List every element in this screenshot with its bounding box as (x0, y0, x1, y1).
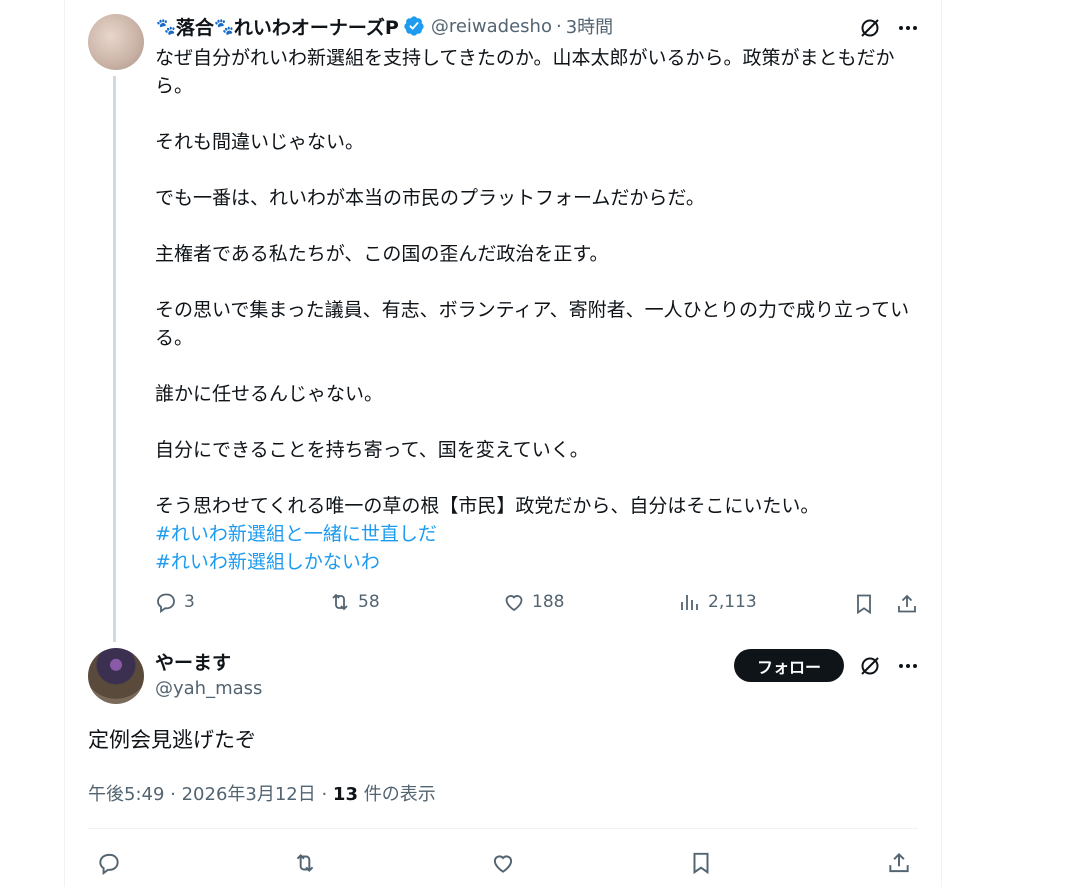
reply-count: 3 (184, 592, 195, 612)
share-icon[interactable] (884, 848, 914, 878)
more-icon[interactable] (894, 14, 922, 42)
like-count: 188 (532, 592, 565, 612)
avatar[interactable] (88, 648, 144, 704)
bookmark-icon[interactable] (686, 848, 716, 878)
handle[interactable]: @reiwadesho (431, 16, 552, 37)
tweet-paragraph: その思いで集まった議員、有志、ボランティア、寄附者、一人ひとりの力で成り立ってい… (155, 299, 910, 349)
tweet-paragraph: 自分にできることを持ち寄って、国を変えていく。 (155, 439, 589, 461)
avatar[interactable] (88, 14, 144, 70)
display-name[interactable]: やーます (155, 648, 231, 675)
hashtag-link[interactable]: #れいわ新選組しかないわ (155, 548, 925, 576)
bookmark-icon[interactable] (850, 590, 878, 618)
repost-icon (332, 593, 348, 611)
reply-icon (157, 593, 175, 614)
paw-icon: 🐾 (156, 16, 176, 36)
repost-icon[interactable] (290, 848, 320, 878)
follow-button[interactable]: フォロー (734, 649, 844, 682)
tweet-paragraph: でも一番は、れいわが本当の市民のプラットフォームだからだ。 (155, 187, 705, 209)
like-icon (505, 595, 523, 612)
thread-line (113, 76, 116, 642)
tweet-paragraph: 主権者である私たちが、この国の歪んだ政治を正す。 (155, 243, 609, 265)
divider (88, 828, 918, 829)
repost-button[interactable]: 58 (328, 590, 380, 614)
tweet-meta: 午後5:49 · 2026年3月12日 · 13 件の表示 (88, 780, 436, 806)
display-name[interactable]: 落合 (176, 13, 214, 40)
reply-button[interactable]: 3 (154, 590, 195, 614)
grok-icon[interactable] (856, 14, 884, 42)
views-button[interactable]: 2,113 (678, 590, 757, 614)
views-count: 2,113 (708, 592, 757, 612)
hashtag-link[interactable]: #れいわ新選組と一緒に世直しだ (155, 520, 925, 548)
reply-icon[interactable] (94, 848, 124, 878)
tweet-paragraph: それも間違いじゃない。 (155, 131, 365, 153)
display-name-suffix[interactable]: れいわオーナーズP (234, 13, 399, 40)
like-icon[interactable] (488, 848, 518, 878)
tweet-paragraph: 誰かに任せるんじゃない。 (155, 383, 384, 405)
view-label: 件の表示 (357, 784, 436, 805)
paw-icon: 🐾 (213, 16, 234, 36)
views-icon (681, 595, 698, 610)
reply-body: 定例会見逃げたぞ (88, 728, 256, 752)
separator-dot: · (555, 15, 562, 37)
view-count: 13 (332, 784, 358, 805)
tweet-paragraph: なぜ自分がれいわ新選組を支持してきたのか。山本太郎がいるから。政策がまともだから… (155, 47, 895, 97)
more-icon[interactable] (894, 652, 922, 680)
timestamp[interactable]: 3時間 (566, 13, 613, 39)
timestamp[interactable]: 午後5:49 · 2026年3月12日 · (88, 784, 333, 805)
grok-icon[interactable] (856, 652, 884, 680)
tweet-paragraph: そう思わせてくれる唯一の草の根【市民】政党だから、自分はそこにいたい。 (155, 495, 820, 517)
share-icon[interactable] (893, 590, 921, 618)
like-button[interactable]: 188 (502, 590, 564, 614)
handle[interactable]: @yah_mass (155, 678, 262, 699)
tweet-body: なぜ自分がれいわ新選組を支持してきたのか。山本太郎がいるから。政策がまともだから… (155, 44, 925, 576)
repost-count: 58 (358, 592, 380, 612)
verified-badge-icon (404, 16, 424, 36)
tweet-header: 🐾 落合 🐾 れいわオーナーズP @reiwadesho · 3時間 (156, 12, 613, 40)
